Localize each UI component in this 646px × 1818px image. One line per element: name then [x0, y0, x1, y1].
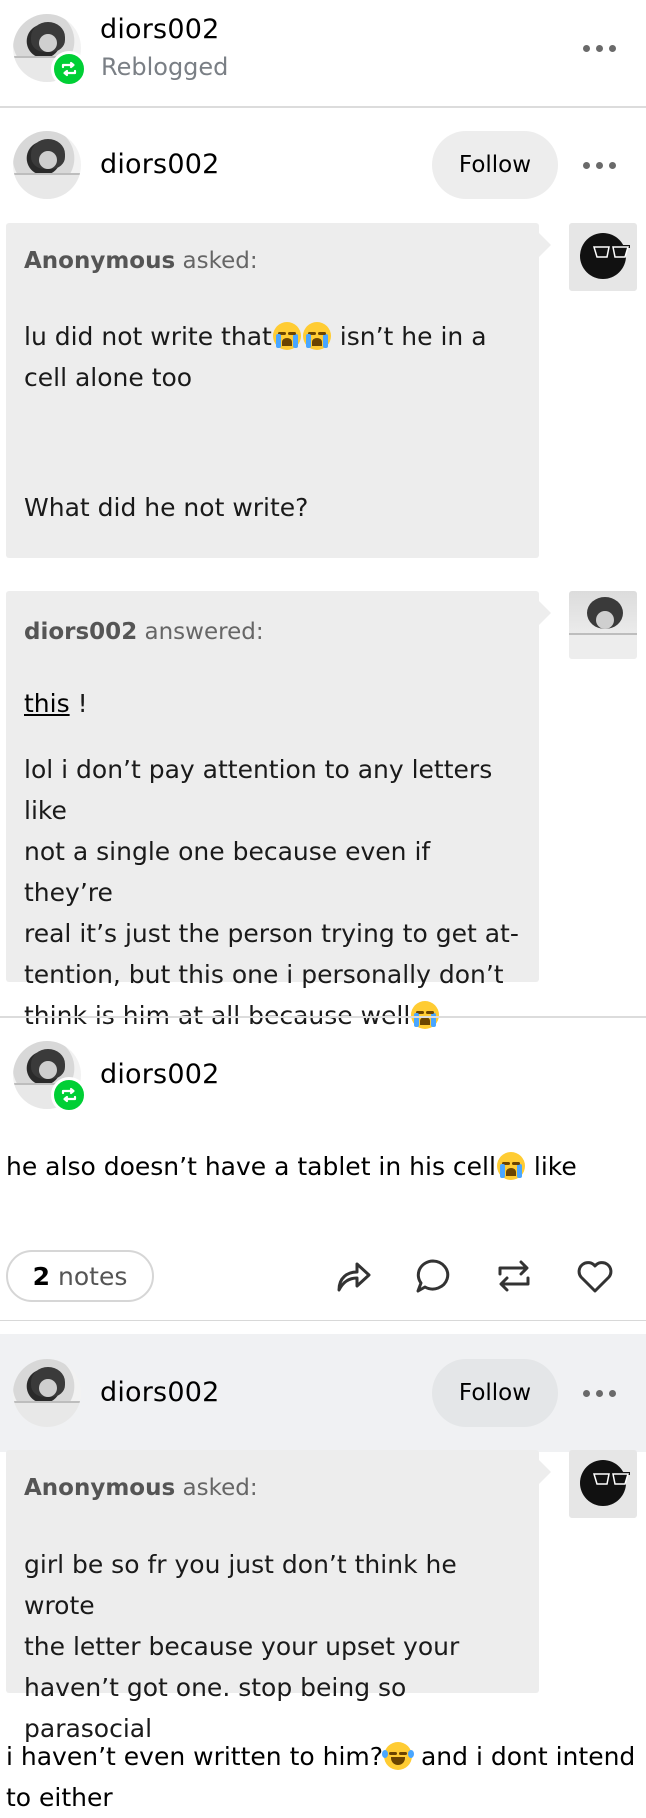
answer-link-after: ! — [69, 689, 88, 718]
anonymous-avatar — [569, 223, 637, 291]
asked-label: asked: — [182, 1475, 258, 1501]
answerer-avatar[interactable] — [569, 591, 637, 659]
question-line2: cell alone too — [24, 363, 193, 392]
more-options-icon[interactable] — [583, 1389, 617, 1399]
reply-icon[interactable] — [413, 1256, 453, 1296]
answer-link-line: this ! — [24, 683, 524, 724]
answered-label: answered: — [144, 619, 264, 645]
question-line1: lu did not write that — [24, 322, 272, 351]
avatar[interactable] — [13, 131, 81, 199]
asked-label: asked: — [182, 248, 258, 274]
divider — [0, 1320, 646, 1321]
reblog-badge-icon — [51, 51, 87, 87]
divider — [0, 106, 646, 108]
notes-count: 2 — [32, 1261, 51, 1291]
reblog-username[interactable]: diors002 — [100, 14, 219, 45]
tears-of-joy-emoji-icon — [382, 1742, 415, 1770]
post-body-text: he also doesn’t have a tablet in his cel… — [6, 1152, 577, 1181]
follow-button[interactable]: Follow — [432, 1359, 558, 1427]
follow-button[interactable]: Follow — [432, 131, 558, 199]
reply-text: i haven’t even written to him? and i don… — [6, 1742, 636, 1812]
answer-link[interactable]: this — [24, 689, 70, 718]
notes-button[interactable]: 2 notes — [6, 1250, 154, 1302]
post-username[interactable]: diors002 — [100, 149, 219, 180]
anonymous-avatar — [569, 1450, 637, 1518]
share-icon[interactable] — [333, 1256, 373, 1296]
reblog-badge-icon — [51, 1077, 87, 1113]
asker-line: Anonymous asked: — [24, 248, 258, 274]
like-icon[interactable] — [575, 1256, 615, 1296]
loudly-crying-emoji-icon — [272, 322, 301, 350]
question-text: lu did not write that isn’t he in a cell… — [24, 316, 524, 398]
asker-line: Anonymous asked: — [24, 1475, 258, 1501]
post-username[interactable]: diors002 — [100, 1377, 219, 1408]
answerer-name[interactable]: diors002 — [24, 619, 137, 645]
followup-text: What did he not write? — [24, 493, 309, 522]
notes-label: notes — [58, 1261, 128, 1291]
asker-name[interactable]: Anonymous — [24, 248, 175, 274]
reblog-icon[interactable] — [494, 1256, 534, 1296]
loudly-crying-emoji-icon — [496, 1152, 525, 1180]
more-options-icon[interactable] — [583, 44, 617, 54]
post-username[interactable]: diors002 — [100, 1059, 219, 1090]
more-options-icon[interactable] — [583, 161, 617, 171]
answer-body: lol i don’t pay attention to any letters… — [24, 755, 519, 1030]
reblogged-label: Reblogged — [101, 53, 229, 81]
divider — [0, 1016, 646, 1018]
loudly-crying-emoji-icon — [302, 322, 331, 350]
asker-name[interactable]: Anonymous — [24, 1475, 175, 1501]
ask-bubble: Anonymous asked: girl be so fr you just … — [6, 1450, 551, 1743]
avatar[interactable] — [13, 1359, 81, 1427]
answer-bubble: diors002 answered: this ! lol i don’t pa… — [6, 591, 551, 1030]
answerer-line: diors002 answered: — [24, 619, 264, 645]
loudly-crying-emoji-icon — [411, 1001, 440, 1029]
question-line1-after: isn’t he in a — [339, 322, 487, 351]
ask-bubble: Anonymous asked: lu did not write that i… — [6, 223, 551, 558]
question-text: girl be so fr you just don’t think he wr… — [24, 1550, 460, 1743]
